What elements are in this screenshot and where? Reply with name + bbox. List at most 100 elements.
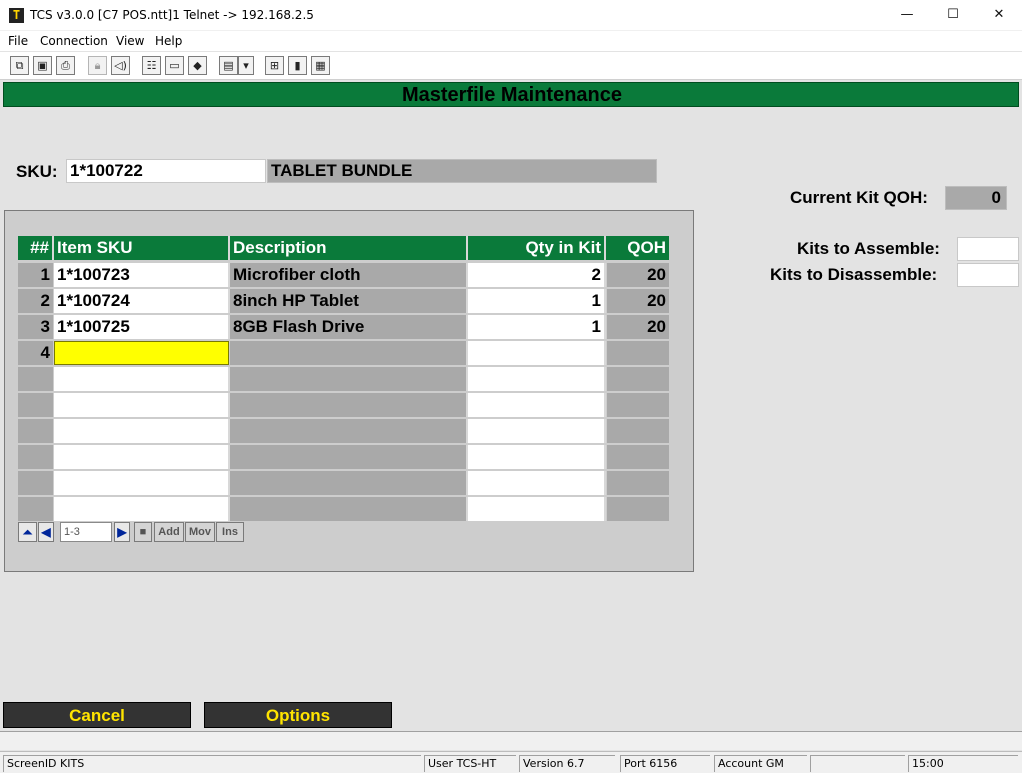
monitor-icon[interactable]: ▭ — [165, 56, 184, 75]
status-version: Version 6.7 — [519, 755, 615, 772]
sku-label: SKU: — [16, 162, 58, 181]
lock-icon[interactable]: 🔒︎ — [88, 56, 107, 75]
description-cell: 8GB Flash Drive — [230, 315, 468, 339]
row-number — [18, 393, 53, 417]
item-sku-cell[interactable]: 1*100724 — [54, 289, 230, 313]
qoh-cell — [607, 341, 669, 365]
kits-to-assemble-label: Kits to Assemble: — [797, 239, 940, 258]
save-icon[interactable]: ▣ — [33, 56, 52, 75]
sku-field[interactable]: 1*100722 — [66, 159, 266, 183]
qoh-cell — [607, 445, 669, 469]
cancel-button[interactable]: Cancel — [3, 702, 191, 728]
menu-view[interactable]: View — [116, 34, 144, 48]
item-sku-cell[interactable] — [54, 419, 230, 443]
item-sku-cell[interactable]: 1*100723 — [54, 263, 230, 287]
kits-to-disassemble-field[interactable] — [957, 263, 1019, 287]
page-range: 1-3 — [60, 522, 112, 542]
insert-row-button[interactable]: Ins — [216, 522, 244, 542]
kits-to-assemble-field[interactable] — [957, 237, 1019, 261]
add-row-button[interactable]: Add — [154, 522, 184, 542]
status-user: User TCS-HT — [424, 755, 516, 772]
item-sku-cell[interactable]: 1*100725 — [54, 315, 230, 339]
description-cell — [230, 497, 468, 521]
item-sku-cell[interactable] — [54, 471, 230, 495]
calculator-icon[interactable]: ▦ — [311, 56, 330, 75]
menu-connection[interactable]: Connection — [40, 34, 108, 48]
description-cell: 8inch HP Tablet — [230, 289, 468, 313]
maximize-icon[interactable]: ☐ — [930, 0, 976, 31]
qoh-cell — [607, 497, 669, 521]
prev-page-icon[interactable]: ◀ — [38, 522, 54, 542]
message-line — [0, 731, 1022, 750]
qoh-cell — [607, 419, 669, 443]
chart-icon[interactable]: ▮ — [288, 56, 307, 75]
qoh-cell — [607, 367, 669, 391]
col-header-description: Description — [230, 236, 468, 260]
screens-dropdown-icon[interactable]: ▤ — [219, 56, 238, 75]
minimize-icon[interactable]: — — [884, 0, 930, 31]
page-title: Masterfile Maintenance — [401, 84, 623, 106]
stop-icon[interactable]: ■ — [134, 522, 152, 542]
menu-bar: File Connection View Help — [0, 31, 1022, 51]
dropdown-arrow-icon[interactable]: ▾ — [238, 56, 254, 75]
status-empty — [810, 755, 905, 772]
qty-in-kit-cell[interactable] — [468, 393, 606, 417]
status-account: Account GM — [714, 755, 807, 772]
next-page-icon[interactable]: ▶ — [114, 522, 130, 542]
qoh-cell — [607, 471, 669, 495]
print-icon[interactable]: ⎙ — [56, 56, 75, 75]
item-sku-cell[interactable] — [54, 393, 230, 417]
current-kit-qoh-label: Current Kit QOH: — [790, 188, 928, 207]
description-cell: Microfiber cloth — [230, 263, 468, 287]
description-cell — [230, 471, 468, 495]
item-sku-input-active[interactable] — [54, 341, 229, 365]
description-cell — [230, 341, 468, 365]
item-sku-cell[interactable] — [54, 445, 230, 469]
row-number: 2 — [18, 289, 53, 313]
row-number — [18, 367, 53, 391]
qty-in-kit-cell[interactable] — [468, 341, 606, 365]
qty-in-kit-cell[interactable]: 2 — [468, 263, 606, 287]
row-number: 4 — [18, 341, 53, 365]
sku-description: TABLET BUNDLE — [267, 159, 657, 183]
description-cell — [230, 367, 468, 391]
app-icon: T — [9, 8, 24, 23]
screen-header: Masterfile Maintenance — [3, 82, 1019, 107]
status-bar: ScreenID KITS User TCS-HT Version 6.7 Po… — [0, 751, 1022, 773]
status-port: Port 6156 — [620, 755, 710, 772]
qty-in-kit-cell[interactable]: 1 — [468, 315, 606, 339]
close-icon[interactable]: ✕ — [976, 0, 1022, 31]
qty-in-kit-cell[interactable] — [468, 497, 606, 521]
status-screen-id: ScreenID KITS — [3, 755, 421, 772]
row-number — [18, 497, 53, 521]
row-number — [18, 419, 53, 443]
menu-file[interactable]: File — [8, 34, 28, 48]
move-row-button[interactable]: Mov — [185, 522, 215, 542]
col-header-item-sku: Item SKU — [54, 236, 230, 260]
qty-in-kit-cell[interactable] — [468, 419, 606, 443]
first-page-icon[interactable]: ⏶ — [18, 522, 37, 542]
kits-to-disassemble-label: Kits to Disassemble: — [770, 265, 938, 284]
menu-help[interactable]: Help — [155, 34, 182, 48]
qty-in-kit-cell[interactable] — [468, 471, 606, 495]
copy-icon[interactable]: ⧉ — [10, 56, 29, 75]
description-cell — [230, 419, 468, 443]
network-icon[interactable]: ⊞ — [265, 56, 284, 75]
row-number: 3 — [18, 315, 53, 339]
options-button[interactable]: Options — [204, 702, 392, 728]
col-header-num: ## — [18, 236, 54, 260]
item-sku-cell[interactable] — [54, 497, 230, 521]
properties-icon[interactable]: ☷ — [142, 56, 161, 75]
qty-in-kit-cell[interactable]: 1 — [468, 289, 606, 313]
qty-in-kit-cell[interactable] — [468, 367, 606, 391]
sound-icon[interactable]: ◁) — [111, 56, 130, 75]
qty-in-kit-cell[interactable] — [468, 445, 606, 469]
current-kit-qoh-value: 0 — [945, 186, 1007, 210]
qoh-cell: 20 — [607, 263, 669, 287]
col-header-qoh: QOH — [606, 236, 669, 260]
row-number — [18, 445, 53, 469]
book-icon[interactable]: ◆ — [188, 56, 207, 75]
toolbar: ⧉ ▣ ⎙ 🔒︎ ◁) ☷ ▭ ◆ ▤ ▾ ⊞ ▮ ▦ — [0, 52, 1022, 80]
item-sku-cell[interactable] — [54, 367, 230, 391]
window-title: TCS v3.0.0 [C7 POS.ntt]1 Telnet -> 192.1… — [30, 8, 314, 22]
